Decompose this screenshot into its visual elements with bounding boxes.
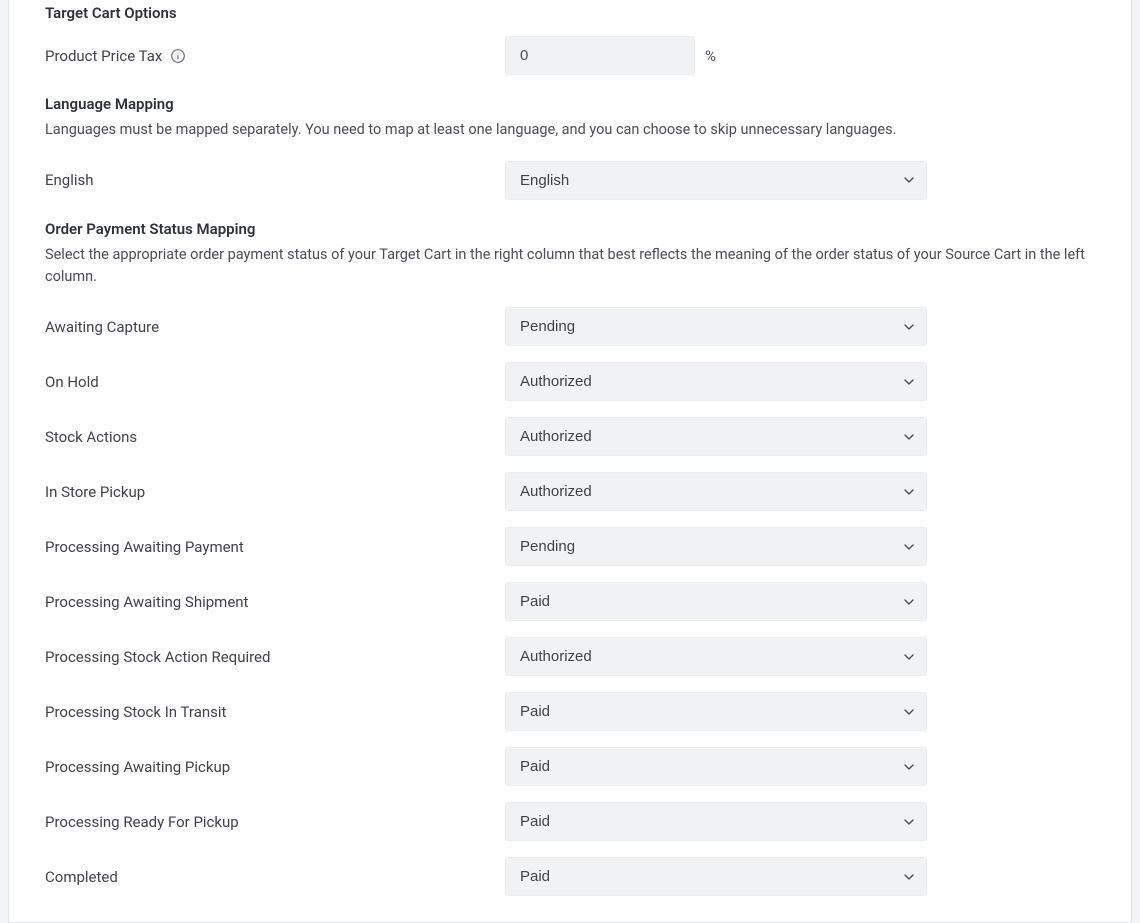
order-status-row-label: In Store Pickup — [45, 483, 145, 501]
product-price-tax-label: Product Price Tax — [45, 47, 162, 65]
order-status-row-label: Completed — [45, 868, 118, 886]
product-price-tax-row: Product Price Tax % — [45, 36, 1095, 75]
language-row: English English — [45, 161, 1095, 200]
order-status-row-label: Processing Stock Action Required — [45, 648, 270, 666]
order-status-select-5[interactable]: PendingAuthorizedPaid — [505, 582, 927, 621]
order-status-row: Processing Awaiting Shipment PendingAutho… — [45, 582, 1095, 621]
order-status-row: Processing Ready For Pickup PendingAuthor… — [45, 802, 1095, 841]
order-status-row-label: Processing Awaiting Shipment — [45, 593, 248, 611]
order-status-row-label: Processing Awaiting Pickup — [45, 758, 230, 776]
order-status-row: In Store Pickup PendingAuthorizedPaid — [45, 472, 1095, 511]
info-icon[interactable] — [170, 48, 186, 64]
order-status-row: On Hold PendingAuthorizedPaid — [45, 362, 1095, 401]
order-status-row-label: Processing Awaiting Payment — [45, 538, 244, 556]
order-status-select-1[interactable]: PendingAuthorizedPaid — [505, 362, 927, 401]
order-status-select-4[interactable]: PendingAuthorizedPaid — [505, 527, 927, 566]
order-status-select-8[interactable]: PendingAuthorizedPaid — [505, 747, 927, 786]
order-status-row: Completed PendingAuthorizedPaid — [45, 857, 1095, 896]
order-status-row: Stock Actions PendingAuthorizedPaid — [45, 417, 1095, 456]
order-status-select-6[interactable]: PendingAuthorizedPaid — [505, 637, 927, 676]
language-mapping-desc: Languages must be mapped separately. You… — [45, 119, 1095, 141]
order-status-row-label: On Hold — [45, 373, 99, 391]
order-status-select-9[interactable]: PendingAuthorizedPaid — [505, 802, 927, 841]
order-status-row-label: Processing Ready For Pickup — [45, 813, 239, 831]
order-status-row: Processing Awaiting Payment PendingAuthor… — [45, 527, 1095, 566]
order-status-mapping-desc: Select the appropriate order payment sta… — [45, 244, 1095, 288]
order-status-row-label: Awaiting Capture — [45, 318, 159, 336]
target-cart-options-heading: Target Cart Options — [45, 0, 1095, 36]
order-status-row: Processing Stock In Transit PendingAuthor… — [45, 692, 1095, 731]
language-select-0[interactable]: English — [505, 161, 927, 200]
order-status-row: Awaiting Capture PendingAuthorizedPaid — [45, 307, 1095, 346]
order-status-select-7[interactable]: PendingAuthorizedPaid — [505, 692, 927, 731]
order-status-row-label: Stock Actions — [45, 428, 137, 446]
order-status-select-0[interactable]: PendingAuthorizedPaid — [505, 307, 927, 346]
product-price-tax-input[interactable] — [505, 36, 695, 75]
order-status-row-label: Processing Stock In Transit — [45, 703, 226, 721]
order-status-select-3[interactable]: PendingAuthorizedPaid — [505, 472, 927, 511]
order-status-row: Processing Awaiting Pickup PendingAuthori… — [45, 747, 1095, 786]
settings-panel: Target Cart Options Product Price Tax % … — [8, 0, 1132, 923]
order-status-select-2[interactable]: PendingAuthorizedPaid — [505, 417, 927, 456]
order-status-select-10[interactable]: PendingAuthorizedPaid — [505, 857, 927, 896]
order-status-row: Processing Stock Action Required PendingA… — [45, 637, 1095, 676]
language-row-label: English — [45, 171, 94, 189]
percent-unit: % — [705, 47, 716, 65]
